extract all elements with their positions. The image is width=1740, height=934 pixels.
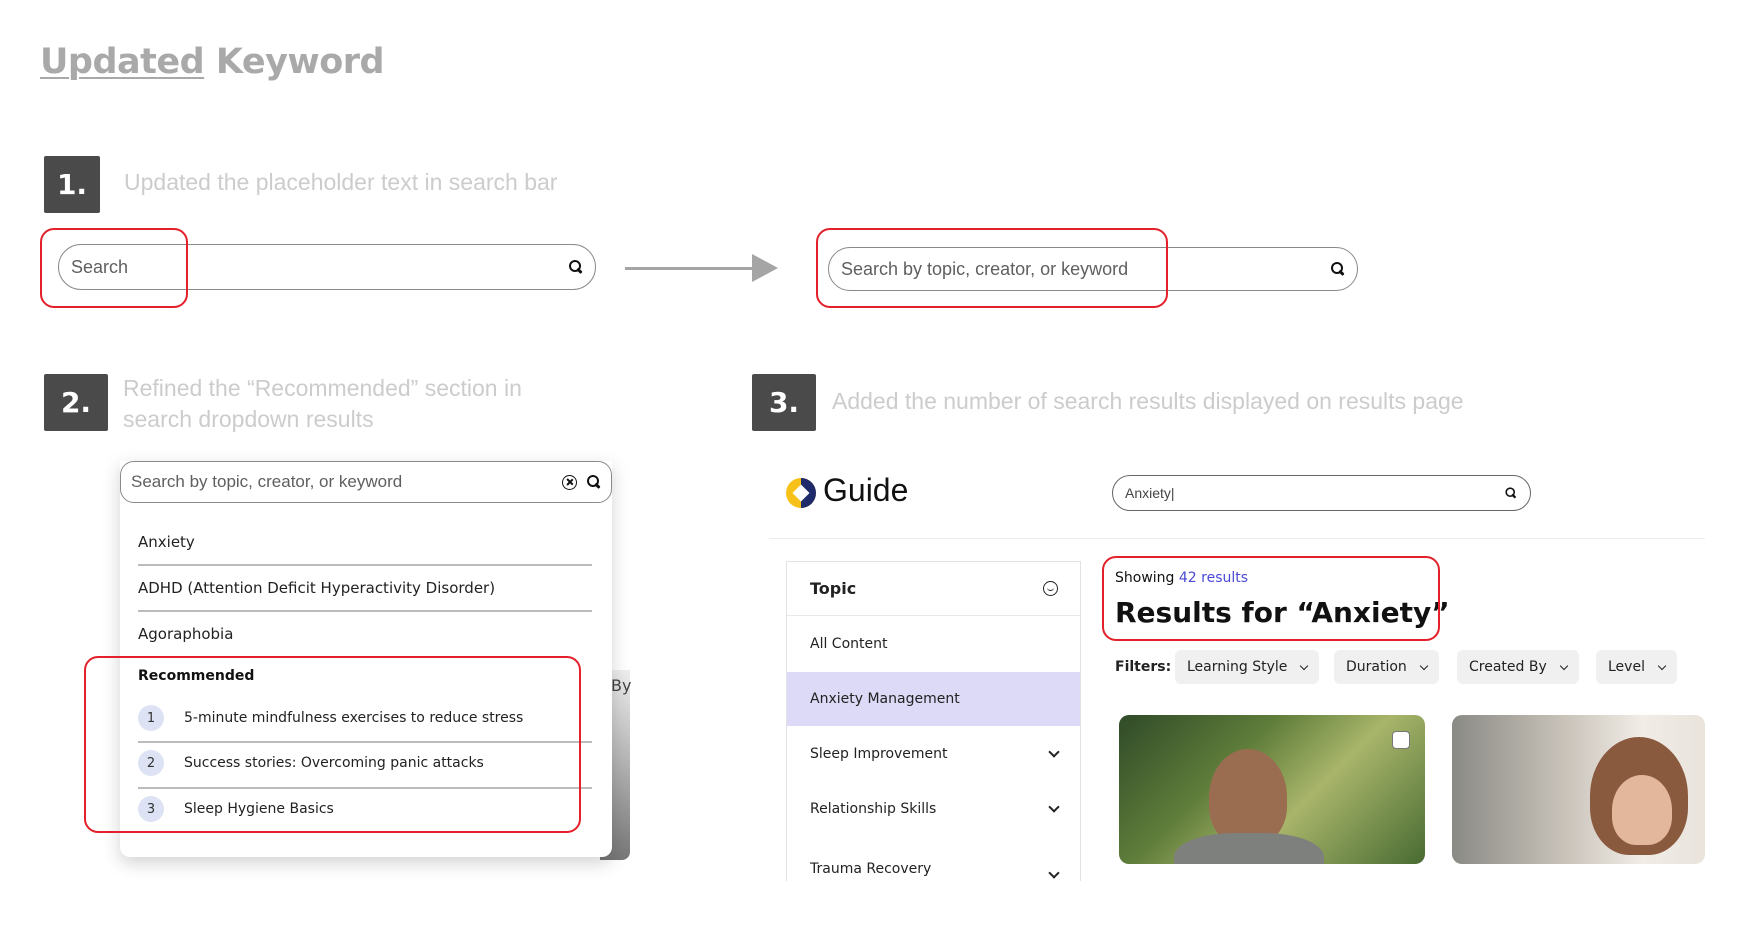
background-text: By [611, 676, 632, 695]
content-card-image[interactable] [1452, 715, 1705, 864]
step-1-badge: 1. [44, 156, 100, 213]
person-image [1209, 749, 1287, 845]
filters-label: Filters: [1115, 659, 1172, 675]
content-card-image[interactable] [1119, 715, 1425, 864]
chevron-down-icon [1657, 661, 1667, 670]
sidebar-item-relationship-skills[interactable]: Relationship Skills [787, 782, 1080, 836]
app-search-input[interactable]: Anxiety| [1112, 475, 1531, 511]
chevron-down-icon[interactable] [1048, 867, 1060, 879]
header-divider [769, 538, 1705, 539]
chevron-down-icon[interactable] [1048, 746, 1060, 758]
step-2-description-line2: search dropdown results [123, 406, 374, 432]
search-icon[interactable] [1505, 487, 1516, 498]
suggestion-item[interactable]: ADHD (Attention Deficit Hyperactivity Di… [138, 579, 495, 597]
step-3-description: Added the number of search results displ… [832, 388, 1464, 414]
dropdown-search-placeholder: Search by topic, creator, or keyword [131, 472, 403, 491]
sidebar-header: Topic [787, 562, 1080, 616]
arrow-line [625, 267, 753, 270]
filter-duration[interactable]: Duration [1334, 650, 1439, 684]
search-icon[interactable] [1331, 262, 1345, 276]
sidebar-item-all-content[interactable]: All Content [787, 617, 1080, 671]
chevron-down-icon [1419, 661, 1429, 670]
card-checkbox[interactable] [1392, 731, 1410, 749]
dropdown-search-input[interactable]: Search by topic, creator, or keyword [120, 461, 612, 503]
highlight-box-results [1102, 556, 1440, 641]
highlight-box-after [816, 228, 1168, 308]
suggestion-item[interactable]: Anxiety [138, 533, 195, 551]
search-icon[interactable] [569, 260, 583, 274]
arrow-right-icon [752, 254, 778, 282]
highlight-box-before [40, 228, 188, 308]
step-1-description: Updated the placeholder text in search b… [124, 169, 558, 195]
topic-sidebar: Topic All Content Anxiety Management Sle… [786, 561, 1081, 881]
filter-level[interactable]: Level [1596, 650, 1677, 684]
sidebar-item-anxiety-management[interactable]: Anxiety Management [787, 672, 1080, 726]
suggestion-item[interactable]: Agoraphobia [138, 625, 233, 643]
sidebar-item-sleep-improvement[interactable]: Sleep Improvement [787, 727, 1080, 781]
step-2-badge: 2. [44, 374, 108, 431]
person-image [1174, 833, 1324, 864]
sidebar-item-trauma-recovery[interactable]: Trauma Recovery [787, 837, 1080, 879]
chevron-down-icon [1559, 661, 1568, 670]
divider [138, 610, 592, 612]
smiley-icon[interactable] [1043, 581, 1058, 596]
guide-logo-icon [786, 478, 816, 508]
step-3-badge: 3. [752, 374, 816, 431]
highlight-box-recommended [84, 656, 581, 833]
filter-learning-style[interactable]: Learning Style [1175, 650, 1320, 684]
divider [138, 564, 592, 566]
chevron-down-icon [1300, 661, 1309, 670]
page-title: Updated Keyword [40, 42, 385, 82]
chevron-down-icon[interactable] [1048, 801, 1060, 813]
app-search-value: Anxiety| [1125, 485, 1175, 501]
search-icon[interactable] [587, 475, 601, 489]
step-2-description-line1: Refined the “Recommended” section in [123, 375, 522, 401]
clear-icon[interactable] [562, 474, 577, 490]
guide-logo-text: Guide [823, 472, 909, 508]
person-image [1612, 775, 1672, 845]
filter-created-by[interactable]: Created By [1457, 650, 1579, 684]
